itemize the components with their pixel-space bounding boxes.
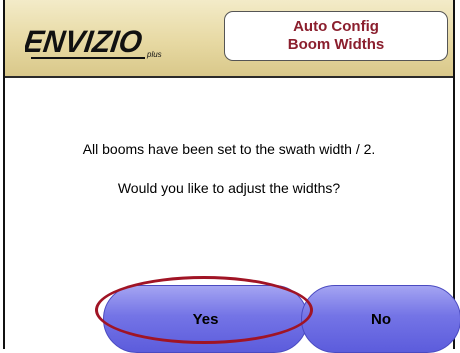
screen-title-box: Auto Config Boom Widths xyxy=(224,11,448,61)
screen-title-line1: Auto Config xyxy=(293,18,379,35)
yes-button[interactable]: Yes xyxy=(103,285,308,353)
no-button-label: No xyxy=(371,310,391,328)
screen-title-line2: Boom Widths xyxy=(287,36,385,53)
yes-button-label: Yes xyxy=(192,310,219,328)
no-button[interactable]: No xyxy=(301,285,460,353)
message-line-1: All booms have been set to the swath wid… xyxy=(82,141,376,157)
logo-suffix: plus xyxy=(146,50,162,59)
envizio-logo: ENVIZIO plus xyxy=(25,24,162,59)
screen-frame: ENVIZIO plus Auto Config Boom Widths All… xyxy=(3,0,460,353)
header-bar: ENVIZIO plus Auto Config Boom Widths xyxy=(5,0,453,78)
message-line-2: Would you like to adjust the widths? xyxy=(117,180,341,196)
logo-text: ENVIZIO xyxy=(25,24,144,59)
